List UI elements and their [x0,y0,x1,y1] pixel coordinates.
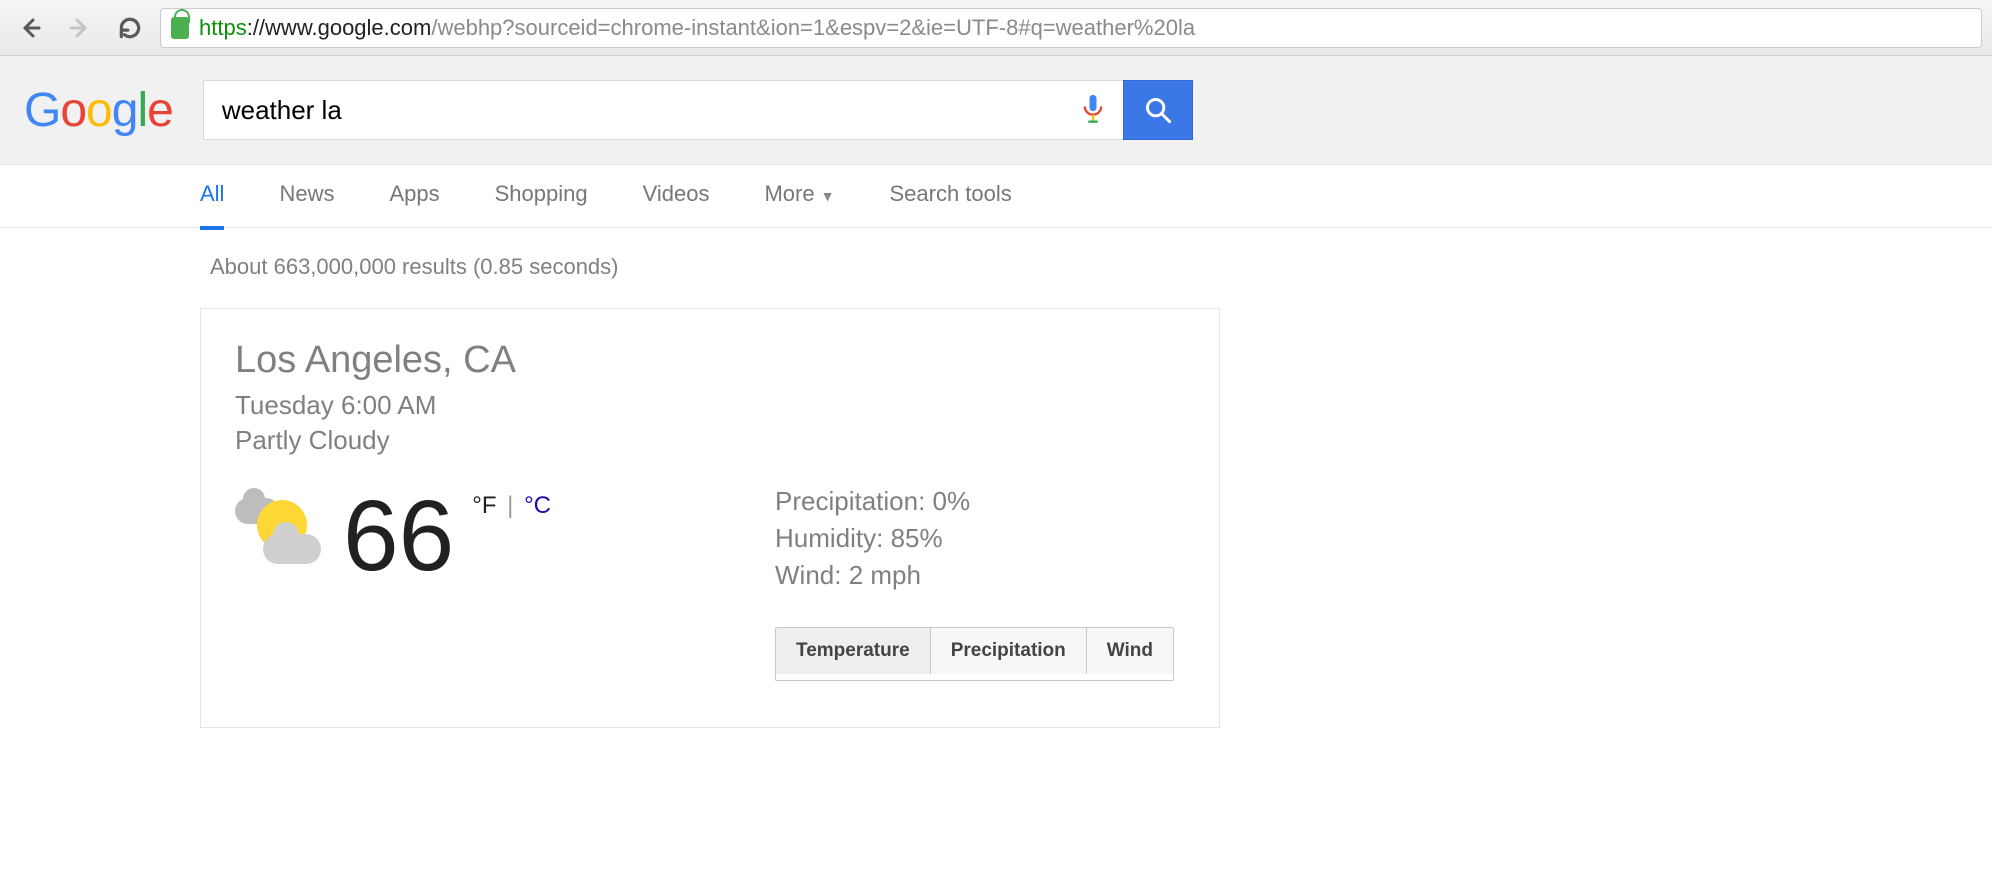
tab-apps[interactable]: Apps [389,181,439,211]
chevron-down-icon: ▼ [821,188,835,204]
humidity-value: 85% [891,523,943,553]
weather-details: Precipitation: 0% Humidity: 85% Wind: 2 … [775,486,1185,687]
weather-card: Los Angeles, CA Tuesday 6:00 AM Partly C… [200,308,1220,728]
weather-timestamp: Tuesday 6:00 AM [235,390,1185,421]
url-scheme: https [199,15,247,41]
google-header: Google [0,56,1992,165]
wind-row: Wind: 2 mph [775,560,1185,591]
lock-icon [171,17,189,39]
microphone-icon [1079,92,1107,128]
unit-celsius[interactable]: °C [524,492,551,519]
chart-mode-buttons: Temperature Precipitation Wind [775,627,1174,681]
tab-all[interactable]: All [200,181,224,211]
tab-shopping[interactable]: Shopping [495,181,588,211]
chart-btn-precipitation[interactable]: Precipitation [931,628,1087,674]
unit-separator: | [501,492,521,519]
search-input[interactable] [203,80,1063,140]
partly-cloudy-icon [235,494,325,574]
weather-condition: Partly Cloudy [235,425,1185,456]
temperature-value: 66 [343,486,454,586]
search-icon [1144,96,1172,124]
chart-btn-temperature[interactable]: Temperature [776,628,931,674]
wind-value: 2 mph [849,560,921,590]
search-form [203,80,1193,140]
temperature-units: °F | °C [472,492,551,520]
search-tabs: All News Apps Shopping Videos More ▼ Sear… [200,165,1992,227]
precipitation-row: Precipitation: 0% [775,486,1185,517]
weather-location: Los Angeles, CA [235,339,1185,382]
google-logo[interactable]: Google [24,83,173,138]
forward-button[interactable] [60,8,100,48]
tab-more[interactable]: More ▼ [764,181,834,211]
url-host: ://www.google.com [247,15,432,41]
tab-videos[interactable]: Videos [643,181,710,211]
address-bar[interactable]: https://www.google.com/webhp?sourceid=ch… [160,8,1982,48]
humidity-row: Humidity: 85% [775,523,1185,554]
browser-toolbar: https://www.google.com/webhp?sourceid=ch… [0,0,1992,56]
tab-more-label: More [764,181,814,206]
tab-news[interactable]: News [279,181,334,211]
precipitation-value: 0% [933,486,971,516]
chart-btn-wind[interactable]: Wind [1087,628,1173,674]
humidity-label: Humidity: [775,523,891,553]
search-tabs-bar: All News Apps Shopping Videos More ▼ Sear… [0,165,1992,228]
back-button[interactable] [10,8,50,48]
voice-search-button[interactable] [1063,80,1123,140]
result-stats: About 663,000,000 results (0.85 seconds) [210,228,1992,308]
reload-button[interactable] [110,8,150,48]
wind-label: Wind: [775,560,849,590]
precipitation-label: Precipitation: [775,486,933,516]
tab-search-tools[interactable]: Search tools [889,181,1011,211]
url-path: /webhp?sourceid=chrome-instant&ion=1&esp… [431,15,1195,41]
search-button[interactable] [1123,80,1193,140]
unit-fahrenheit[interactable]: °F [472,492,496,519]
